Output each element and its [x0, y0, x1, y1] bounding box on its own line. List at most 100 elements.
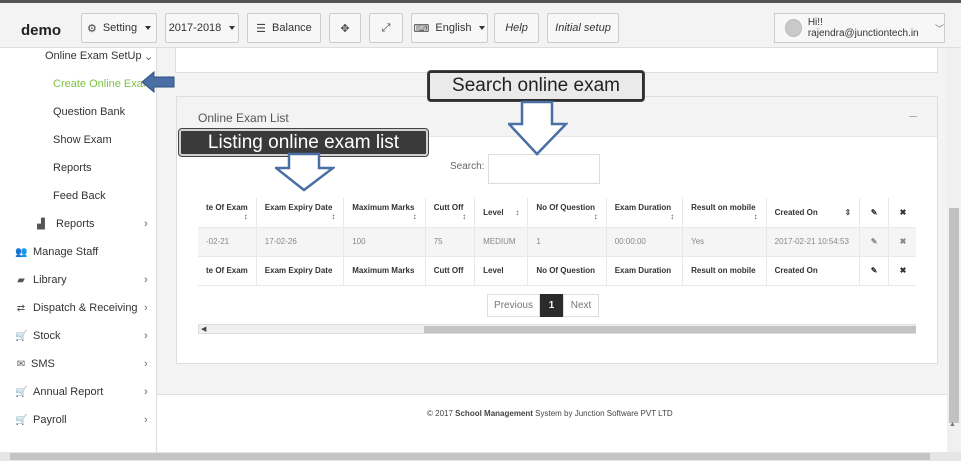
footer-label: Created On [766, 256, 861, 286]
brand-logo[interactable]: demo [21, 22, 61, 39]
col-exam-expiry-date[interactable]: Exam Expiry Date ↕ [256, 198, 345, 228]
previous-button[interactable]: Previous [487, 294, 540, 317]
sort-icon: ↕ [331, 212, 336, 222]
page-vertical-scrollbar[interactable]: ▲ [947, 48, 961, 452]
exchange-icon: ⇄ [16, 302, 26, 314]
cart-icon: 🛒 [15, 414, 28, 426]
setting-label: Setting [102, 22, 138, 34]
col-date-of-exam[interactable]: te Of Exam ↕ [198, 198, 257, 228]
fullscreen-button[interactable]: ✥ [329, 13, 361, 43]
sort-icon: ↕ [412, 212, 417, 222]
callout-search: Search online exam [428, 71, 644, 101]
sidebar-item-feed-back[interactable]: Feed Back [0, 182, 157, 210]
page-1-button[interactable]: 1 [540, 294, 563, 317]
delete-icon: ✖ [888, 256, 916, 286]
sidebar-item-label: Question Bank [53, 106, 126, 118]
cell: Yes [682, 227, 767, 257]
scroll-left-icon[interactable]: ◀ [201, 325, 206, 333]
setting-dropdown[interactable]: ⚙ Setting [81, 13, 157, 43]
sidebar-item-label: Create Online Exam [53, 78, 153, 90]
left-arrow-icon [141, 70, 175, 94]
top-navbar: demo ⚙ Setting 2017-2018 ☰ Balance ✥ ⤢ ⌨… [0, 0, 961, 48]
language-label: English [435, 22, 472, 34]
sidebar-item-question-bank[interactable]: Question Bank [0, 98, 157, 126]
sidebar-item-sms[interactable]: ✉ SMS › [0, 350, 157, 378]
envelope-icon: ✉ [16, 358, 26, 370]
cell: 00:00:00 [606, 227, 684, 257]
search-label: Search: [450, 161, 485, 172]
chevron-right-icon: › [144, 302, 148, 314]
edit-icon: ✎ [859, 198, 890, 228]
footer-suffix: System by Junction Software PVT LTD [532, 409, 673, 418]
footer-label: No Of Question [527, 256, 607, 286]
sidebar-item-manage-staff[interactable]: 👥 Manage Staff [0, 238, 157, 266]
chevron-down-icon: ﹀ [934, 23, 944, 34]
sidebar-item-exam-reports[interactable]: Reports [0, 154, 157, 182]
chevron-right-icon: › [144, 330, 148, 342]
chevron-right-icon: › [144, 414, 148, 426]
table-header-row: te Of Exam ↕ Exam Expiry Date ↕ Maximum Ma… [198, 198, 916, 228]
scrollbar-thumb[interactable] [949, 208, 959, 423]
sidebar-item-library[interactable]: ▰ Library › [0, 266, 157, 294]
sidebar-item-label: Reports [53, 162, 92, 174]
minimize-icon[interactable]: – [909, 107, 917, 123]
scrollbar-thumb[interactable] [10, 453, 930, 460]
sidebar-item-stock[interactable]: 🛒 Stock › [0, 322, 157, 350]
chevron-right-icon: › [144, 274, 148, 286]
language-dropdown[interactable]: ⌨ English [411, 13, 488, 43]
previous-panel [175, 48, 938, 73]
search-input[interactable] [488, 154, 600, 184]
table-footer-row: te Of Exam Exam Expiry Date Maximum Mark… [198, 256, 916, 286]
col-maximum-marks[interactable]: Maximum Marks ↕ [343, 198, 426, 228]
expand-button[interactable]: ⤢ [369, 13, 403, 43]
col-result-on-mobile[interactable]: Result on mobile ↕ [682, 198, 767, 228]
down-arrow-icon [275, 152, 335, 192]
chevron-right-icon: › [144, 218, 148, 230]
fullscreen-icon: ✥ [340, 22, 350, 35]
callout-search-text: Search online exam [452, 75, 620, 96]
col-level[interactable]: Level ↕ [474, 198, 529, 228]
footer-label: Cutt Off [425, 256, 476, 286]
balance-button[interactable]: ☰ Balance [247, 13, 321, 43]
footer-label: Result on mobile [682, 256, 767, 286]
initial-setup-button[interactable]: Initial setup [547, 13, 619, 43]
year-dropdown[interactable]: 2017-2018 [165, 13, 239, 43]
scrollbar-thumb[interactable] [424, 326, 916, 333]
exam-table: te Of Exam ↕ Exam Expiry Date ↕ Maximum Ma… [198, 198, 916, 286]
col-exam-duration[interactable]: Exam Duration ↕ [606, 198, 684, 228]
caret-icon [479, 26, 486, 30]
col-no-of-question[interactable]: No Of Question ↕ [527, 198, 607, 228]
next-button[interactable]: Next [563, 294, 599, 317]
gear-icon: ⚙ [86, 22, 97, 35]
col-cutt-off[interactable]: Cutt Off ↕ [425, 198, 476, 228]
sidebar-item-label: Payroll [33, 414, 67, 426]
sidebar-item-annual-report[interactable]: 🛒 Annual Report › [0, 378, 157, 406]
sidebar-item-create-online-exam[interactable]: Create Online Exam [0, 70, 157, 98]
avatar [785, 19, 802, 37]
sidebar-item-label: Feed Back [53, 190, 106, 202]
table-row[interactable]: -02-21 17-02-26 100 75 MEDIUM 1 00:00:00… [198, 227, 916, 257]
user-menu[interactable]: Hi!! rajendra@junctiontech.in ﹀ [774, 13, 945, 43]
scroll-up-icon[interactable]: ▲ [949, 421, 956, 428]
delete-icon[interactable]: ✖ [888, 227, 916, 257]
header-label: Result on mobile [691, 203, 756, 213]
exam-table-wrapper: te Of Exam ↕ Exam Expiry Date ↕ Maximum Ma… [198, 198, 916, 338]
header-label: Exam Expiry Date [264, 203, 333, 213]
help-button[interactable]: Help [494, 13, 539, 43]
sidebar: Online Exam SetUp ⌄ Create Online Exam Q… [0, 48, 157, 461]
users-icon: 👥 [15, 246, 28, 258]
sidebar-item-show-exam[interactable]: Show Exam [0, 126, 157, 154]
page-footer: © 2017 School Management System by Junct… [157, 394, 947, 461]
table-horizontal-scrollbar[interactable]: ◀ [198, 324, 916, 334]
sidebar-item-reports[interactable]: ▟ Reports › [0, 210, 157, 238]
sidebar-item-dispatch[interactable]: ⇄ Dispatch & Receiving › [0, 294, 157, 322]
edit-icon[interactable]: ✎ [859, 227, 890, 257]
sidebar-item-label: Manage Staff [33, 246, 99, 258]
col-created-on[interactable]: Created On ⇕ [766, 198, 861, 228]
sidebar-item-payroll[interactable]: 🛒 Payroll › [0, 406, 157, 434]
sidebar-group-online-exam[interactable]: Online Exam SetUp ⌄ [0, 42, 157, 70]
sidebar-group-label: Online Exam SetUp [45, 50, 142, 62]
page-horizontal-scrollbar[interactable] [0, 452, 961, 461]
footer-prefix: © 2017 [427, 409, 456, 418]
footer-text: © 2017 School Management System by Junct… [427, 409, 727, 418]
